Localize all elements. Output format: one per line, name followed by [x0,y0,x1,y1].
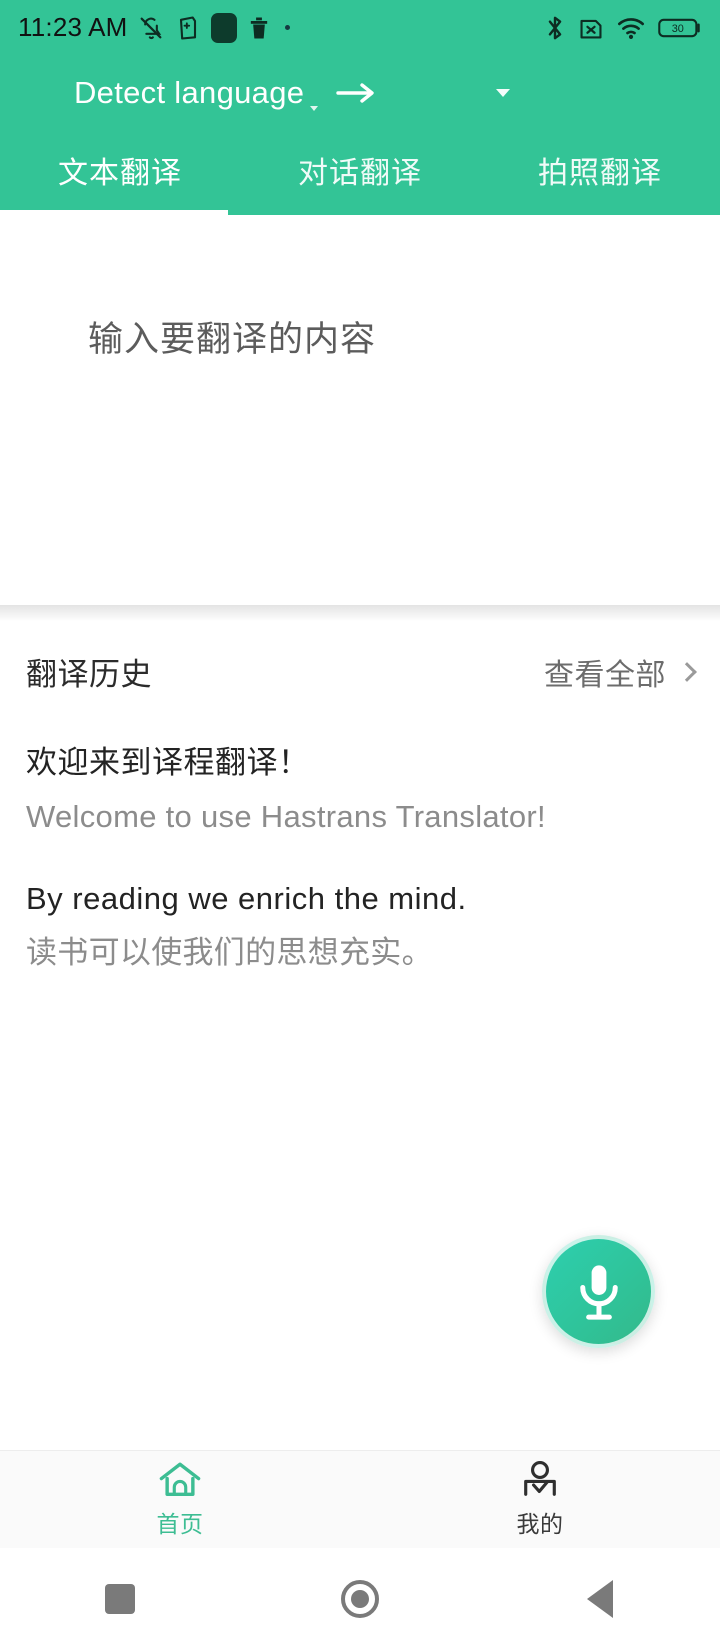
translation-mode-tabs: 文本翻译 对话翻译 拍照翻译 [0,130,720,215]
history-header: 翻译历史 查看全部 [0,621,720,694]
arrow-right-icon[interactable] [334,80,378,106]
recents-button[interactable] [0,1584,240,1614]
microphone-icon [579,1264,618,1320]
status-bar-right-icons: 30 [545,14,702,42]
trash-icon [250,17,267,38]
app-header: Detect language 文本翻译 对话翻译 拍照翻译 [0,55,720,215]
translation-input-card[interactable]: 输入要翻译的内容 [0,215,720,605]
back-button[interactable] [480,1580,720,1618]
translation-input-placeholder: 输入要翻译的内容 [88,320,377,359]
tab-photo-translation[interactable]: 拍照翻译 [480,130,720,215]
tab-conversation-translation[interactable]: 对话翻译 [240,130,480,215]
status-bar-left-icons [137,12,290,43]
bell-off-icon [140,17,161,39]
battery-icon: 30 [658,18,700,37]
source-language-caret-icon [310,105,319,111]
status-bar: 11:23 AM 30 [0,0,720,55]
phone-screen: 11:23 AM 30 Detect language 文本翻译 对话翻译 拍照… [0,0,720,1650]
section-divider [0,605,720,621]
back-triangle-icon [587,1580,613,1618]
chevron-right-icon [677,661,697,682]
voice-input-button[interactable] [542,1235,655,1348]
history-target-text: Welcome to use Hastrans Translator! [26,798,546,834]
source-language-label: Detect language [74,74,305,110]
source-language-button[interactable]: Detect language [74,74,319,111]
dot-icon [284,25,290,30]
target-language-button[interactable] [496,88,511,97]
bottom-navigation-bar: 首页 我的 [0,1450,720,1548]
history-list: 欢迎来到译程翻译！ Welcome to use Hastrans Transl… [0,694,720,973]
android-navigation-bar [0,1548,720,1650]
status-bar-clock: 11:23 AM [18,12,128,42]
battery-level-text: 30 [672,22,684,34]
bottom-nav-item-home-label: 首页 [156,1511,204,1537]
history-title: 翻译历史 [26,657,152,692]
view-all-label: 查看全部 [544,658,666,692]
home-circle-icon [341,1580,379,1618]
tab-photo-translation-label: 拍照翻译 [538,157,662,190]
list-item[interactable]: By reading we enrich the mind. 读书可以使我们的思… [26,878,694,974]
home-icon [159,1462,201,1496]
home-button[interactable] [240,1580,480,1618]
wifi-icon [617,17,645,39]
history-source-text: 欢迎来到译程翻译！ [26,745,310,780]
history-source-text: By reading we enrich the mind. [26,880,467,916]
list-item[interactable]: 欢迎来到译程翻译！ Welcome to use Hastrans Transl… [26,742,694,838]
tab-text-translation[interactable]: 文本翻译 [0,130,240,215]
user-check-icon [524,1461,556,1496]
clipboard-icon [179,15,196,40]
no-sim-icon [580,19,602,39]
view-all-history-button[interactable]: 查看全部 [544,650,697,694]
bottom-nav-item-mine-label: 我的 [516,1511,564,1537]
tab-conversation-translation-label: 对话翻译 [298,157,422,190]
bottom-nav-item-home[interactable]: 首页 [0,1451,360,1548]
dark-square-icon [210,12,237,43]
bluetooth-icon [548,16,562,39]
caret-down-icon [496,88,511,97]
tab-text-translation-label: 文本翻译 [58,157,182,190]
recents-square-icon [105,1584,135,1614]
bottom-nav-item-mine[interactable]: 我的 [360,1451,720,1548]
language-selector-bar: Detect language [0,55,720,130]
history-target-text: 读书可以使我们的思想充实。 [26,934,433,970]
